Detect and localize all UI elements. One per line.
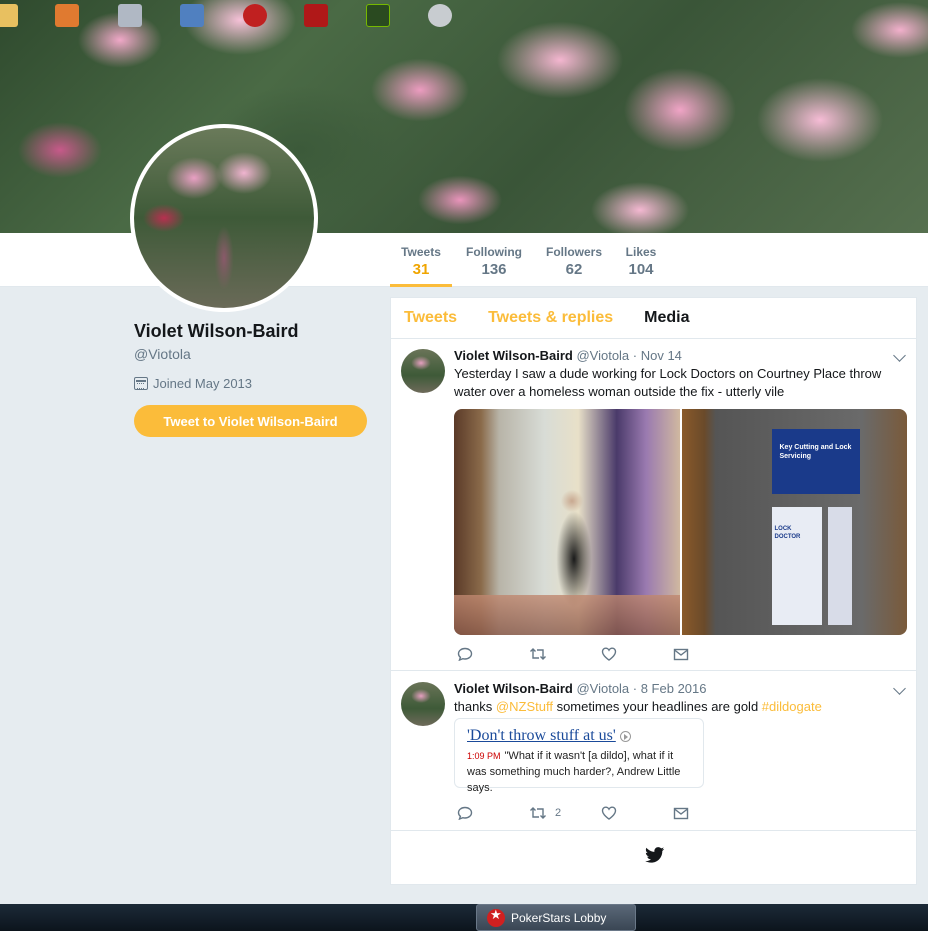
tweet-author[interactable]: Violet Wilson-Baird — [454, 681, 573, 696]
retweet-icon — [530, 807, 546, 819]
reply-button[interactable] — [457, 647, 529, 661]
stat-likes[interactable]: Likes 104 — [622, 233, 660, 287]
like-button[interactable] — [601, 806, 673, 820]
stat-label: Following — [466, 245, 522, 259]
tweet-avatar[interactable] — [401, 682, 445, 726]
quote-title: 'Don't throw stuff at us' — [467, 727, 616, 744]
like-button[interactable] — [601, 647, 673, 661]
stat-followers[interactable]: Followers 62 — [545, 233, 603, 287]
tweet-author[interactable]: Violet Wilson-Baird — [454, 348, 573, 363]
tweet[interactable]: Violet Wilson-Baird @Viotola · 8 Feb 201… — [391, 672, 916, 831]
pokerstars-icon — [487, 908, 505, 927]
tweet[interactable]: Violet Wilson-Baird @Viotola · Nov 14 Ye… — [391, 339, 916, 671]
tweet-to-button[interactable]: Tweet to Violet Wilson-Baird — [134, 405, 367, 437]
stat-label: Tweets — [401, 245, 441, 259]
message-button[interactable] — [673, 806, 745, 820]
play-icon — [619, 730, 631, 742]
reply-icon — [457, 806, 473, 820]
quote-title-row: 'Don't throw stuff at us' — [467, 727, 691, 745]
stat-value: 104 — [628, 261, 654, 278]
hashtag-link[interactable]: #dildogate — [762, 699, 822, 714]
reply-button[interactable] — [457, 806, 529, 820]
nvidia-icon[interactable] — [366, 4, 390, 27]
envelope-icon — [673, 648, 689, 660]
pokerstars-icon[interactable] — [243, 4, 267, 27]
taskbar-item-label: PokerStars Lobby — [511, 910, 607, 925]
timeline: Tweets Tweets & replies Media Violet Wil… — [390, 297, 917, 885]
tweet-header: Violet Wilson-Baird @Viotola · 8 Feb 201… — [454, 681, 707, 696]
media-player-icon[interactable] — [55, 4, 79, 27]
avatar-image — [134, 128, 314, 308]
remote-desktop-icon[interactable] — [180, 4, 204, 27]
tweet-header: Violet Wilson-Baird @Viotola · Nov 14 — [454, 348, 682, 363]
stat-following[interactable]: Following 136 — [464, 233, 524, 287]
heart-icon — [601, 806, 617, 820]
tab-media[interactable]: Media — [644, 309, 689, 327]
message-button[interactable] — [673, 647, 745, 661]
retweet-button[interactable] — [529, 647, 601, 661]
reply-icon — [457, 647, 473, 661]
chevron-down-icon[interactable] — [893, 682, 906, 695]
store-brand-text: LOCK DOCTOR — [774, 526, 801, 540]
profile-avatar[interactable] — [130, 124, 318, 312]
timeline-tabs: Tweets Tweets & replies Media — [391, 298, 916, 339]
stat-label: Likes — [625, 245, 657, 259]
stat-value: 136 — [481, 261, 507, 278]
media-photo-right[interactable]: Key Cutting and Lock Servicing LOCK DOCT… — [681, 409, 907, 635]
quote-time: 1:09 PM — [467, 751, 501, 761]
tweet-media[interactable]: Key Cutting and Lock Servicing LOCK DOCT… — [454, 409, 907, 635]
quote-body: 1:09 PM "What if it wasn't [a dildo], wha… — [467, 748, 691, 796]
heart-icon — [601, 647, 617, 661]
envelope-icon — [673, 807, 689, 819]
tweet-meta: @Viotola · Nov 14 — [576, 348, 682, 363]
profile-handle: @Viotola — [134, 346, 191, 362]
snipping-tool-icon[interactable] — [118, 4, 142, 27]
tweet-text: thanks @NZStuff sometimes your headlines… — [454, 698, 902, 716]
tweet-text-part: thanks — [454, 699, 496, 714]
mention-link[interactable]: @NZStuff — [496, 699, 553, 714]
tweet-text-part: sometimes your headlines are gold — [552, 699, 762, 714]
retweet-icon — [530, 648, 546, 660]
sound-blaster-icon[interactable] — [304, 4, 328, 27]
stat-label: Followers — [545, 245, 602, 259]
tab-tweets[interactable]: Tweets — [404, 309, 457, 327]
taskbar-item-pokerstars-lobby[interactable]: PokerStars Lobby — [476, 904, 636, 931]
store-window-poster: LOCK DOCTOR — [771, 507, 822, 625]
store-sign-text: Key Cutting and Lock Servicing — [779, 444, 852, 460]
tweet-avatar[interactable] — [401, 349, 445, 393]
twitter-bird-icon — [645, 847, 665, 863]
store-window-poster — [827, 507, 852, 625]
tweet-text: Yesterday I saw a dude working for Lock … — [454, 366, 882, 399]
retweet-button[interactable]: 2 — [529, 806, 601, 820]
tweet-actions — [457, 647, 745, 661]
joined-date: Joined May 2013 — [153, 376, 253, 391]
calendar-icon — [134, 377, 148, 390]
webcam-icon[interactable] — [428, 4, 452, 27]
chevron-down-icon[interactable] — [893, 349, 906, 362]
stat-value: 31 — [412, 261, 430, 278]
tab-tweets-replies[interactable]: Tweets & replies — [488, 309, 613, 327]
stat-value: 62 — [565, 261, 583, 278]
store-sign: Key Cutting and Lock Servicing — [771, 429, 860, 494]
tweet-actions: 2 — [457, 806, 745, 820]
tweet-meta: @Viotola · 8 Feb 2016 — [576, 681, 707, 696]
media-photo-left[interactable] — [454, 409, 680, 635]
folder-icon[interactable] — [0, 4, 18, 27]
quoted-image-card[interactable]: 'Don't throw stuff at us' 1:09 PM "What i… — [454, 718, 704, 794]
profile-joined: Joined May 2013 — [134, 376, 252, 391]
stat-tweets[interactable]: Tweets 31 — [390, 233, 452, 287]
profile-name[interactable]: Violet Wilson-Baird — [134, 321, 299, 342]
retweet-count: 2 — [555, 807, 562, 819]
windows-taskbar — [0, 904, 928, 931]
